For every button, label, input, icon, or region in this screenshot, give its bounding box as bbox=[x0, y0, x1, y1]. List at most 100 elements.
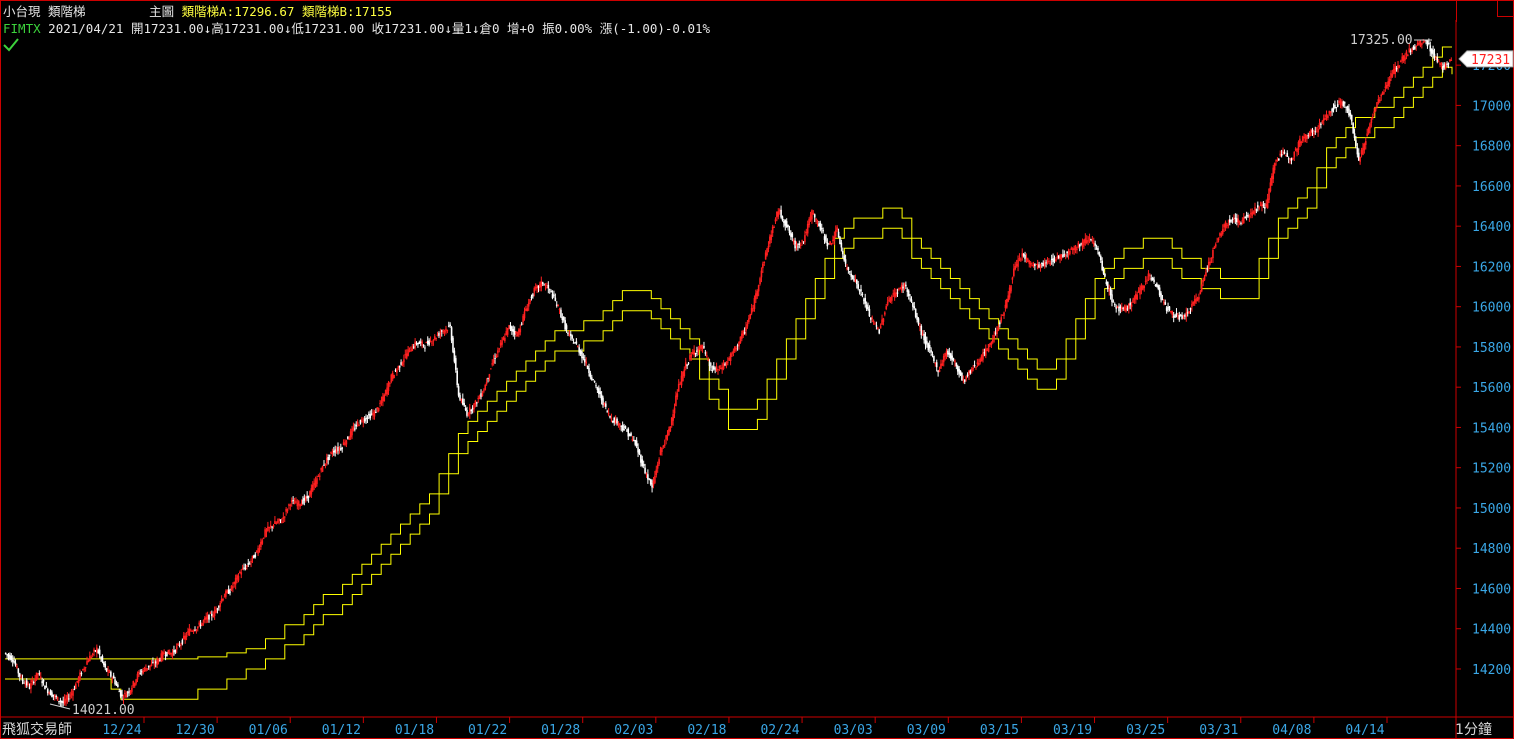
candle-body bbox=[833, 236, 836, 242]
candle-body bbox=[846, 268, 848, 270]
candle-body bbox=[89, 655, 91, 662]
y-tick-label: 17000 bbox=[1472, 99, 1511, 114]
candle-body bbox=[708, 361, 711, 367]
candle-body bbox=[1014, 265, 1017, 270]
candle-body bbox=[882, 318, 885, 322]
candle-body bbox=[945, 350, 948, 356]
candle-body bbox=[1322, 118, 1325, 121]
candle-body bbox=[236, 575, 238, 580]
candle-body bbox=[1206, 268, 1209, 270]
candle-body bbox=[827, 243, 830, 245]
candle-body bbox=[937, 370, 939, 373]
candle-body bbox=[941, 363, 944, 366]
candle-body bbox=[948, 352, 951, 355]
candle-body bbox=[1035, 264, 1038, 266]
candle-body bbox=[864, 297, 867, 304]
candle-body bbox=[25, 680, 28, 686]
candle-body bbox=[1369, 123, 1371, 129]
candle-body bbox=[541, 282, 544, 284]
candle-body bbox=[578, 347, 580, 353]
candle-body bbox=[257, 548, 259, 554]
candle-body bbox=[396, 369, 398, 373]
window-corner-box[interactable] bbox=[1497, 0, 1514, 17]
candle-body bbox=[1101, 260, 1103, 270]
candle-body bbox=[830, 243, 833, 245]
candle-body bbox=[1400, 60, 1402, 62]
candle-body bbox=[59, 700, 62, 702]
candle-body bbox=[596, 387, 599, 390]
candle-body bbox=[888, 299, 890, 301]
candle-body bbox=[136, 673, 139, 680]
candle-body bbox=[1106, 282, 1109, 290]
candle-body bbox=[785, 221, 788, 228]
candle-body bbox=[773, 226, 775, 228]
candle-body bbox=[583, 359, 586, 363]
y-tick-label: 16000 bbox=[1472, 301, 1511, 316]
candle-body bbox=[914, 308, 917, 317]
candle-body bbox=[613, 417, 616, 423]
candle-body bbox=[1282, 151, 1284, 154]
line-b-value: 類階梯B:17155 bbox=[301, 4, 393, 19]
candle-body bbox=[693, 350, 695, 355]
interval-label[interactable]: 1分鐘 bbox=[1455, 719, 1492, 739]
candle-body bbox=[317, 475, 320, 477]
candle-body bbox=[623, 428, 625, 431]
candle-body bbox=[599, 391, 602, 395]
candle-body bbox=[1255, 209, 1258, 211]
candle-body bbox=[65, 698, 67, 702]
quote-date: 2021/04/21 bbox=[48, 21, 124, 36]
candle-body bbox=[1046, 260, 1049, 263]
candle-body bbox=[621, 425, 624, 431]
instrument-name: 小台現 bbox=[3, 4, 41, 19]
candle-body bbox=[1022, 254, 1025, 256]
candle-body bbox=[975, 366, 977, 368]
candle-body bbox=[419, 341, 422, 343]
candle-body bbox=[959, 370, 962, 376]
candle-body bbox=[32, 682, 35, 684]
candle-body bbox=[495, 355, 498, 358]
candle-body bbox=[1421, 43, 1423, 45]
candle-body bbox=[30, 683, 32, 689]
candle-body bbox=[519, 328, 522, 333]
candle-body bbox=[1074, 245, 1077, 251]
candle-body bbox=[661, 447, 663, 452]
candle-body bbox=[504, 337, 506, 341]
candle-body bbox=[791, 233, 794, 238]
candle-body bbox=[361, 419, 363, 421]
candle-body bbox=[769, 236, 771, 244]
y-tick-label: 14800 bbox=[1472, 542, 1511, 557]
candle-body bbox=[867, 306, 869, 310]
candle-body bbox=[303, 498, 306, 501]
candle-body bbox=[512, 329, 515, 332]
candle-body bbox=[739, 336, 742, 344]
candle-body bbox=[1120, 307, 1123, 310]
candle-body bbox=[1401, 56, 1404, 61]
candle-body bbox=[1415, 45, 1418, 47]
candle-body bbox=[1179, 314, 1182, 316]
candle-body bbox=[18, 673, 21, 677]
candle-body bbox=[638, 450, 641, 455]
candle-body bbox=[683, 369, 686, 377]
candle-body bbox=[1125, 305, 1127, 312]
candle-body bbox=[91, 653, 94, 655]
candle-body bbox=[666, 434, 669, 437]
candle-body bbox=[1084, 238, 1087, 244]
candle-body bbox=[1444, 63, 1447, 69]
candle-body bbox=[107, 669, 109, 672]
candle-body bbox=[952, 358, 955, 360]
candle-body bbox=[707, 359, 709, 361]
candle-body bbox=[1332, 107, 1335, 110]
candle-body bbox=[262, 537, 265, 539]
candle-body bbox=[1429, 45, 1432, 52]
candle-body bbox=[117, 684, 119, 688]
candle-body bbox=[436, 334, 439, 336]
candle-body bbox=[935, 362, 938, 368]
candle-body bbox=[37, 673, 39, 675]
candle-body bbox=[1156, 283, 1158, 287]
candle-body bbox=[630, 433, 632, 436]
candle-body bbox=[774, 219, 777, 222]
candle-body bbox=[572, 342, 575, 344]
candle-body bbox=[1244, 217, 1246, 219]
candle-body bbox=[1060, 257, 1063, 260]
candle-body bbox=[449, 324, 451, 326]
